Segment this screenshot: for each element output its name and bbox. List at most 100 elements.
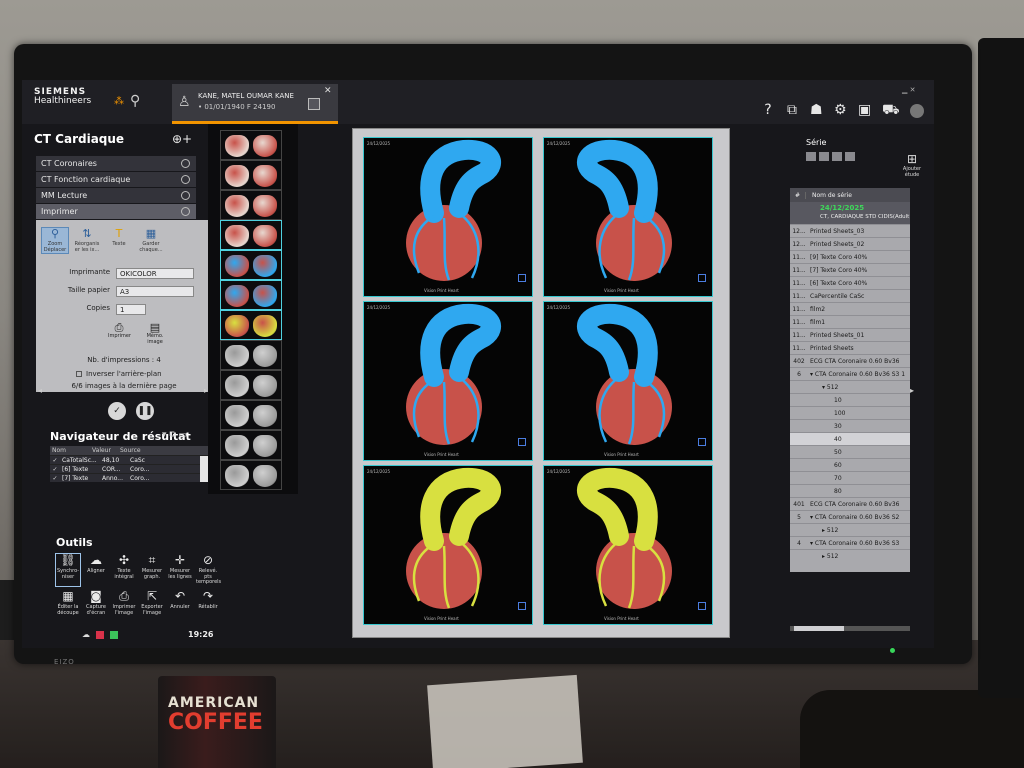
series-row[interactable]: 12... Printed Sheets_03: [790, 224, 910, 237]
series-row[interactable]: 11... Printed Sheets_01: [790, 328, 910, 341]
invert-background-option[interactable]: Inverser l'arrière-plan: [76, 370, 162, 378]
export-image-tool[interactable]: ⇱ Exporter l'image: [140, 589, 164, 616]
measure-graph-tool[interactable]: ⌗ Mesurer graph.: [140, 553, 164, 586]
patient-search-icon[interactable]: ⚲: [130, 93, 140, 109]
memo-image-button[interactable]: ▤ Mémo. image: [144, 321, 166, 345]
viewport-3d-heart[interactable]: 24/12/2025 Vision Print Heart: [363, 301, 533, 461]
navigator-scrollbar[interactable]: [200, 456, 208, 482]
print-button[interactable]: ⎙ Imprimer: [108, 321, 131, 345]
column-header[interactable]: Valeur: [92, 447, 120, 454]
thumbnail[interactable]: [220, 190, 282, 220]
thumbnail[interactable]: [220, 400, 282, 430]
table-row[interactable]: ✓ [7] Texte Anno... Coro...: [50, 473, 212, 482]
thumbnail[interactable]: [220, 280, 282, 310]
protocol-item-ct-coronaires[interactable]: CT Coronaires: [36, 156, 196, 171]
series-row[interactable]: 70: [790, 471, 910, 484]
series-row[interactable]: ▸ 512: [790, 523, 910, 536]
thumbnail[interactable]: [220, 250, 282, 280]
series-row[interactable]: 11... Printed Sheets: [790, 341, 910, 354]
column-header[interactable]: Source: [120, 447, 152, 454]
series-row[interactable]: 80: [790, 484, 910, 497]
pause-button[interactable]: ❚❚: [136, 402, 154, 420]
print-preview-sheet[interactable]: 24/12/2025 Vision Print Heart 24/12/2025 Vi…: [352, 128, 730, 638]
table-row[interactable]: ✓ CaTotalSc... 48,10 CaSc: [50, 455, 212, 464]
orientation-cube-icon[interactable]: [518, 274, 526, 282]
row-check-icon[interactable]: ✓: [50, 457, 60, 464]
series-row[interactable]: 6 ▾ CTA Coronaire 0.60 Bv36 S3 1: [790, 367, 910, 380]
protocol-item-mm-lecture[interactable]: MM Lecture: [36, 188, 196, 203]
series-sort-button[interactable]: [832, 152, 842, 161]
close-icon[interactable]: ✕: [324, 86, 332, 96]
study-date[interactable]: 24/12/2025: [790, 202, 910, 214]
column-header[interactable]: Nom: [50, 447, 92, 454]
measure-lines-tool[interactable]: ✛ Mesurer les lignes: [168, 553, 192, 586]
copies-stepper[interactable]: 1: [116, 304, 146, 315]
fulltext-tool[interactable]: ✣ Texte intégral: [112, 553, 136, 586]
orientation-cube-icon[interactable]: [518, 602, 526, 610]
print-image-tool[interactable]: ⎙ Imprimer l'image: [112, 589, 136, 616]
series-row[interactable]: 11... film2: [790, 302, 910, 315]
thumbnail[interactable]: [220, 430, 282, 460]
check-button[interactable]: ✓: [108, 402, 126, 420]
series-row[interactable]: 60: [790, 458, 910, 471]
screenshot-tool[interactable]: ◙ Capture d'écran: [84, 589, 108, 616]
edit-crop-tool[interactable]: ▦ Éditer la découpe: [56, 589, 80, 616]
undo-tool[interactable]: ↶ Annuler: [168, 589, 192, 616]
orientation-cube-icon[interactable]: [698, 602, 706, 610]
viewport-3d-heart[interactable]: 24/12/2025 Vision Print Heart: [363, 137, 533, 297]
series-row[interactable]: 402 ECG CTA Coronaire 0.60 Bv36: [790, 354, 910, 367]
cart-icon[interactable]: ⛟: [882, 102, 900, 120]
text-tool[interactable]: T Texte: [106, 227, 132, 253]
series-row[interactable]: 5 ▾ CTA Coronaire 0.60 Bv36 S2: [790, 510, 910, 523]
zoom-pan-tool[interactable]: ⚲ Zoom Déplacer: [41, 226, 69, 255]
navigator-toolbar-icons[interactable]: ▾ ⧉ ▭: [162, 430, 187, 440]
column-header-name[interactable]: Nom de série: [806, 192, 852, 199]
series-row[interactable]: 11... [6] Texte Coro 40%: [790, 276, 910, 289]
expand-right-panel-icon[interactable]: ▸: [910, 386, 914, 395]
toolbox-icon[interactable]: ▣: [858, 102, 871, 120]
align-tool[interactable]: ☁ Aligner: [84, 553, 108, 586]
series-scroll-thumb[interactable]: [794, 626, 844, 631]
window-controls[interactable]: ▁ ✕: [902, 86, 915, 94]
series-row[interactable]: 11... [7] Texte Coro 40%: [790, 263, 910, 276]
avatar[interactable]: [910, 104, 924, 118]
series-row[interactable]: 30: [790, 419, 910, 432]
invert-checkbox[interactable]: [76, 371, 82, 377]
row-check-icon[interactable]: ✓: [50, 466, 60, 473]
patient-card-icon[interactable]: [308, 98, 320, 110]
series-row[interactable]: 11... film1: [790, 315, 910, 328]
series-filter-button[interactable]: [806, 152, 816, 161]
redo-tool[interactable]: ↷ Rétablir: [196, 589, 220, 616]
protocol-item-imprimer[interactable]: Imprimer: [36, 204, 196, 219]
series-row[interactable]: 401 ECG CTA Coronaire 0.60 Bv36: [790, 497, 910, 510]
sync-tool[interactable]: ⛓ Synchro-niser: [55, 553, 81, 587]
series-row[interactable]: 11... CaPercentile CaSc: [790, 289, 910, 302]
viewport-3d-heart[interactable]: 24/12/2025 Vision Print Heart: [543, 137, 713, 297]
column-header-number[interactable]: #: [790, 191, 806, 199]
thumbnail[interactable]: [220, 220, 282, 250]
keep-tool[interactable]: ▦ Garder chaque...: [138, 227, 164, 253]
chat-icon[interactable]: ☁: [82, 630, 90, 639]
series-row[interactable]: ▾ 512: [790, 380, 910, 393]
series-row[interactable]: 40: [790, 432, 910, 445]
viewport-3d-heart[interactable]: 24/12/2025 Vision Print Heart: [543, 301, 713, 461]
series-row[interactable]: 100: [790, 406, 910, 419]
thumbnail-strip[interactable]: [208, 124, 298, 494]
patient-tab[interactable]: ♙ KANE, MATEL OUMAR KANE • 01/01/1940 F …: [172, 84, 338, 124]
thumbnail[interactable]: [220, 310, 282, 340]
series-row[interactable]: 50: [790, 445, 910, 458]
orientation-cube-icon[interactable]: [698, 438, 706, 446]
gear-icon[interactable]: ⚙: [834, 102, 847, 120]
thumbnail[interactable]: [220, 460, 282, 490]
series-row[interactable]: 11... [9] Texte Coro 40%: [790, 250, 910, 263]
series-back-button[interactable]: [845, 152, 855, 161]
orientation-cube-icon[interactable]: [518, 438, 526, 446]
table-row[interactable]: ✓ [6] Texte COR... Coro...: [50, 464, 212, 473]
series-row[interactable]: ▸ 512: [790, 549, 910, 562]
protocol-item-ct-fonction[interactable]: CT Fonction cardiaque: [36, 172, 196, 187]
row-check-icon[interactable]: ✓: [50, 475, 60, 482]
help-icon[interactable]: ?: [762, 102, 774, 120]
layout-icon[interactable]: ⧉: [786, 102, 798, 120]
thumbnail[interactable]: [220, 340, 282, 370]
thumbnail[interactable]: [220, 130, 282, 160]
